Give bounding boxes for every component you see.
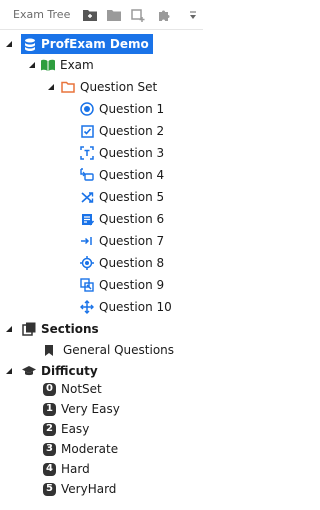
hotspot-target-icon	[80, 256, 94, 270]
tree-node-general-questions[interactable]: General Questions	[42, 340, 174, 360]
tree-node-question-2[interactable]: Question 2	[80, 121, 164, 141]
level-label: NotSet	[61, 382, 102, 396]
root-label: ProfExam Demo	[41, 37, 149, 51]
question-label: Question 4	[99, 168, 165, 182]
tree-node-question-4[interactable]: Question 4	[80, 165, 164, 185]
graduation-cap-icon	[22, 364, 36, 378]
level-number-badge: 4	[43, 462, 56, 476]
level-number-badge: 2	[43, 422, 56, 436]
level-number-badge: 5	[43, 482, 56, 496]
tree-node-question-9[interactable]: Question 9	[80, 275, 164, 295]
level-label: Easy	[61, 422, 90, 436]
collapse-root-toggle[interactable]	[4, 39, 14, 49]
drag-drop-icon	[80, 278, 94, 292]
dropdown-menu-icon[interactable]	[189, 10, 197, 20]
shuffle-match-icon	[80, 190, 94, 204]
tree-node-root[interactable]: ProfExam Demo	[21, 34, 153, 54]
tree-node-level-0[interactable]: 0 NotSet	[43, 379, 102, 399]
tree-node-exam[interactable]: Exam	[41, 55, 94, 75]
tree-toolbar: Exam Tree	[0, 0, 203, 30]
question-label: Question 3	[99, 146, 165, 160]
general-questions-label: General Questions	[63, 343, 175, 357]
tree-node-difficulty[interactable]: Difficuty	[22, 361, 98, 381]
tree-node-question-8[interactable]: Question 8	[80, 253, 164, 273]
difficulty-label: Difficuty	[41, 364, 98, 378]
tree-node-level-1[interactable]: 1 Very Easy	[43, 399, 120, 419]
tree-node-question-10[interactable]: Question 10	[80, 297, 172, 317]
level-number-badge: 3	[43, 442, 56, 456]
add-item-icon[interactable]	[129, 6, 147, 24]
question-label: Question 1	[99, 102, 165, 116]
level-label: Very Easy	[61, 402, 120, 416]
checkbox-icon	[80, 124, 94, 138]
question-label: Question 10	[99, 300, 172, 314]
move-arrows-icon	[80, 300, 94, 314]
drag-insert-icon	[80, 234, 94, 248]
question-label: Question 5	[99, 190, 165, 204]
panel-title: Exam Tree	[13, 8, 71, 21]
puzzle-icon[interactable]	[155, 6, 173, 24]
tree-node-level-5[interactable]: 5 VeryHard	[43, 479, 116, 499]
tree-node-level-4[interactable]: 4 Hard	[43, 459, 90, 479]
question-set-label: Question Set	[80, 80, 158, 94]
tree-node-question-3[interactable]: Question 3	[80, 143, 164, 163]
database-icon	[23, 37, 37, 51]
tree-node-sections[interactable]: Sections	[22, 319, 99, 339]
question-label: Question 8	[99, 256, 165, 270]
folder-outline-icon	[61, 80, 75, 94]
essay-icon	[80, 212, 94, 226]
radio-button-icon	[80, 102, 94, 116]
collapse-exam-toggle[interactable]	[27, 60, 37, 70]
tree-node-question-1[interactable]: Question 1	[80, 99, 164, 119]
add-folder-icon[interactable]	[81, 6, 99, 24]
exam-label: Exam	[60, 58, 94, 72]
level-label: VeryHard	[61, 482, 117, 496]
level-number-badge: 0	[43, 382, 56, 396]
level-label: Moderate	[61, 442, 119, 456]
question-label: Question 6	[99, 212, 165, 226]
folder-icon[interactable]	[105, 6, 123, 24]
collapse-question-set-toggle[interactable]	[46, 82, 56, 92]
sections-icon	[22, 322, 36, 336]
level-number-badge: 1	[43, 402, 56, 416]
bookmark-icon	[42, 343, 56, 357]
collapse-sections-toggle[interactable]	[4, 324, 14, 334]
tree-node-question-5[interactable]: Question 5	[80, 187, 164, 207]
question-label: Question 9	[99, 278, 165, 292]
question-label: Question 7	[99, 234, 165, 248]
sections-label: Sections	[41, 322, 99, 336]
sort-order-icon	[80, 168, 94, 182]
tree-node-question-7[interactable]: Question 7	[80, 231, 164, 251]
tree-node-question-6[interactable]: Question 6	[80, 209, 164, 229]
level-label: Hard	[61, 462, 90, 476]
open-book-icon	[41, 58, 55, 72]
tree-node-question-set[interactable]: Question Set	[61, 77, 157, 97]
tree-node-level-2[interactable]: 2 Easy	[43, 419, 89, 439]
text-field-icon	[80, 146, 94, 160]
question-label: Question 2	[99, 124, 165, 138]
tree-node-level-3[interactable]: 3 Moderate	[43, 439, 118, 459]
collapse-difficulty-toggle[interactable]	[4, 366, 14, 376]
